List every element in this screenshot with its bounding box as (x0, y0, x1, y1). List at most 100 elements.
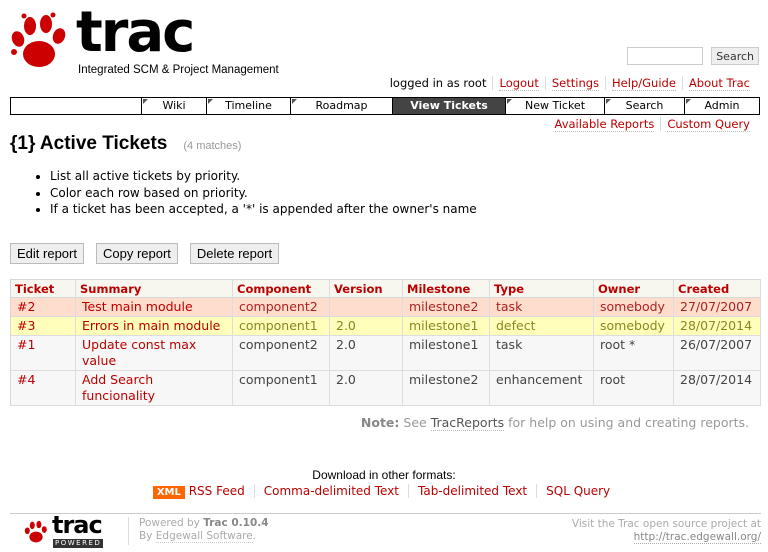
ticket-milestone: milestone1 (402, 316, 490, 336)
search-input[interactable] (627, 47, 704, 65)
footer: trac POWERED Powered by Trac 0.10.4 By E… (10, 511, 761, 552)
footer-logo-sub: POWERED (53, 539, 104, 548)
table-row: #1 Update const max value component2 2.0… (10, 335, 761, 371)
col-owner[interactable]: Owner (593, 279, 674, 298)
tab-roadmap[interactable]: Roadmap (290, 98, 392, 114)
report-title: {1} Active Tickets (10, 133, 168, 154)
paw-icon (11, 12, 66, 67)
search-button[interactable]: Search (711, 47, 759, 65)
settings-link-text[interactable]: Settings (551, 76, 600, 91)
meta-nav: logged in as root Logout Settings Help/Guid… (384, 76, 756, 91)
col-component[interactable]: Component (232, 279, 330, 298)
edgewall-link[interactable]: Edgewall Software (155, 530, 253, 543)
tsv-link[interactable]: Tab-delimited Text (408, 484, 537, 498)
ticket-type: defect (489, 316, 594, 336)
ticket-created: 27/07/2007 (673, 297, 761, 317)
description-item: List all active tickets by priority. (50, 168, 477, 185)
powered-by: Powered by Trac 0.10.4 By Edgewall Softw… (128, 517, 269, 545)
trac-version-link[interactable]: Trac 0.10.4 (203, 517, 268, 529)
ticket-owner: root (593, 370, 674, 406)
ticket-type: enhancement (489, 370, 594, 406)
ticket-type: task (489, 297, 594, 317)
rss-feed-label[interactable]: RSS Feed (189, 484, 245, 498)
help-note: Note: See TracReports for help on using … (360, 415, 749, 431)
csv-link[interactable]: Comma-delimited Text (253, 484, 408, 498)
ticket-owner: somebody (593, 297, 674, 317)
ticket-summary-link[interactable]: Test main module (75, 297, 233, 317)
ticket-owner: somebody (593, 316, 674, 336)
powered-pre: Powered by (139, 517, 200, 529)
trac-powered-logo[interactable]: trac POWERED (24, 511, 106, 549)
ticket-component: component1 (232, 370, 330, 406)
tab-wiki[interactable]: Wiki (141, 98, 206, 114)
logout-link-text[interactable]: Logout (499, 76, 539, 91)
table-row: #2 Test main module component2 milestone… (10, 297, 761, 317)
ticket-version: 2.0 (329, 316, 403, 336)
table-row: #3 Errors in main module component1 2.0 … (10, 316, 761, 336)
col-ticket[interactable]: Ticket (10, 279, 76, 298)
search-form: Search (627, 47, 759, 65)
delete-report-button[interactable]: Delete report (189, 243, 280, 264)
available-reports-link[interactable]: Available Reports (549, 117, 661, 132)
col-created[interactable]: Created (673, 279, 761, 298)
rss-feed-link[interactable]: XML RSS Feed (149, 484, 254, 499)
description-item: Color each row based on priority. (50, 185, 477, 202)
by-label: By (139, 530, 153, 542)
logout-link[interactable]: Logout (492, 76, 545, 91)
ticket-summary-link[interactable]: Errors in main module (75, 316, 233, 336)
col-type[interactable]: Type (489, 279, 594, 298)
col-summary[interactable]: Summary (75, 279, 233, 298)
trac-logo[interactable]: trac Integrated SCM & Project Management (10, 0, 279, 80)
page-title: {1} Active Tickets (4 matches) (10, 133, 241, 155)
xml-badge-icon: XML (152, 486, 185, 499)
ticket-id-link[interactable]: #3 (10, 316, 76, 336)
ticket-component: component2 (232, 335, 330, 371)
help-guide-link-text[interactable]: Help/Guide (612, 76, 676, 91)
trac-site-link[interactable]: http://trac.edgewall.org/ (633, 531, 761, 544)
about-trac-link[interactable]: About Trac (681, 76, 756, 91)
tab-timeline[interactable]: Timeline (206, 98, 290, 114)
ticket-version (329, 297, 403, 317)
sql-query-link[interactable]: SQL Query (536, 484, 620, 498)
ticket-created: 26/07/2007 (673, 335, 761, 371)
description-item: If a ticket has been accepted, a '*' is … (50, 201, 477, 218)
logged-in-label: logged in as root (389, 76, 487, 90)
ticket-created: 28/07/2014 (673, 370, 761, 406)
ticket-id-link[interactable]: #1 (10, 335, 76, 371)
about-trac-link-text[interactable]: About Trac (688, 76, 750, 91)
tab-admin[interactable]: Admin (684, 98, 759, 114)
copy-report-button[interactable]: Copy report (95, 243, 178, 264)
col-version[interactable]: Version (329, 279, 403, 298)
ticket-created: 28/07/2014 (673, 316, 761, 336)
tab-search[interactable]: Search (604, 98, 684, 114)
note-label: Note: (360, 415, 400, 430)
help-guide-link[interactable]: Help/Guide (605, 76, 682, 91)
visit-project: Visit the Trac open source project at ht… (572, 518, 761, 544)
trac-reports-link[interactable]: TracReports (430, 415, 505, 431)
alternate-formats: Download in other formats: XML RSS Feed C… (0, 468, 768, 499)
ticket-id-link[interactable]: #2 (10, 297, 76, 317)
note-pre: See (403, 415, 427, 430)
paw-icon (24, 520, 47, 543)
ticket-summary-link[interactable]: Add Search funcionality (75, 370, 233, 406)
tab-new-ticket[interactable]: New Ticket (505, 98, 604, 114)
col-milestone[interactable]: Milestone (402, 279, 490, 298)
available-reports-link-text[interactable]: Available Reports (554, 117, 655, 132)
custom-query-link-text[interactable]: Custom Query (667, 117, 750, 132)
edit-report-button[interactable]: Edit report (10, 243, 84, 264)
logo-tagline: Integrated SCM & Project Management (78, 64, 279, 76)
settings-link[interactable]: Settings (544, 76, 606, 91)
ticket-id-link[interactable]: #4 (10, 370, 76, 406)
ticket-version: 2.0 (329, 370, 403, 406)
tickets-table: Ticket Summary Component Version Milesto… (10, 279, 761, 406)
visit-text: Visit the Trac open source project at (571, 518, 761, 530)
report-description: List all active tickets by priority. Col… (30, 168, 477, 218)
report-actions: Edit report Copy report Delete report (10, 243, 280, 264)
main-nav: Wiki Timeline Roadmap View Tickets New T… (10, 97, 760, 115)
custom-query-link[interactable]: Custom Query (660, 117, 756, 132)
ticket-type: task (489, 335, 594, 371)
ticket-component: component2 (232, 297, 330, 317)
ticket-version: 2.0 (329, 335, 403, 371)
tab-view-tickets[interactable]: View Tickets (392, 98, 505, 114)
ticket-summary-link[interactable]: Update const max value (75, 335, 233, 371)
